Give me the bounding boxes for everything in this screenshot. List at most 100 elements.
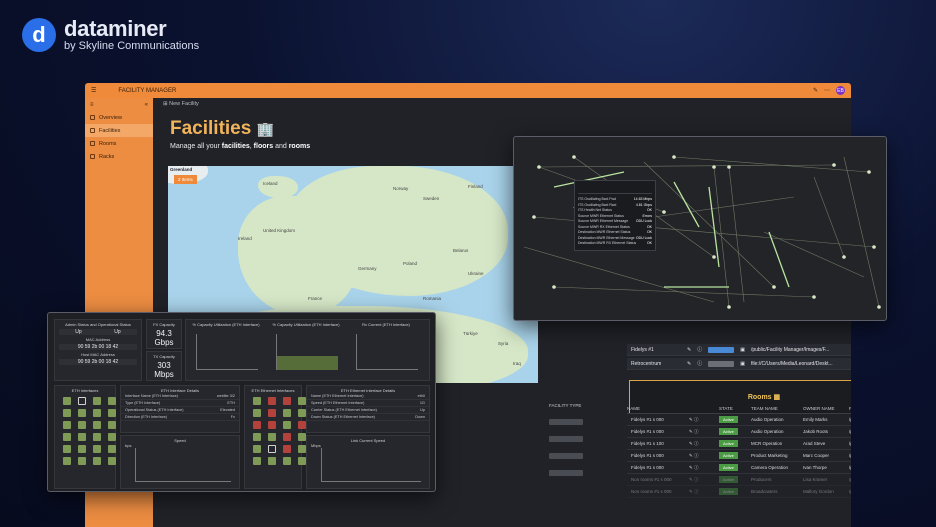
table-row[interactable]: Fidelys #1 s 000 ✎ ⓘ Active Product Marketi…	[627, 450, 851, 462]
edit-icon[interactable]: ✎	[687, 347, 691, 353]
interface-icon[interactable]	[93, 421, 101, 429]
table-header[interactable]: OWNER NAME	[803, 406, 849, 411]
interface-icon[interactable]	[63, 409, 71, 417]
table-row[interactable]: Fidelys #1 s 000 ✎ ⓘ Active Audio Operation…	[627, 426, 851, 438]
interface-icon[interactable]	[108, 409, 116, 417]
interface-icon[interactable]	[63, 433, 71, 441]
interface-icon[interactable]	[268, 421, 276, 429]
interface-icon[interactable]	[253, 421, 261, 429]
info-icon[interactable]: ⓘ	[694, 477, 699, 482]
edit-icon[interactable]: ✎	[689, 465, 693, 470]
interface-icon[interactable]	[298, 409, 306, 417]
menu-icon[interactable]: ☰	[91, 87, 96, 94]
table-row[interactable]: Non rooms #1 s 000 ✎ ⓘ Active Producers Lisa…	[627, 474, 851, 486]
map-items-button[interactable]: 2 Items	[174, 175, 197, 184]
info-icon[interactable]: ⓘ	[694, 489, 699, 494]
interface-icon[interactable]	[108, 457, 116, 465]
edit-icon[interactable]: ✎	[813, 87, 818, 94]
interface-icon[interactable]	[298, 457, 306, 465]
interface-icon[interactable]	[283, 457, 291, 465]
edit-icon[interactable]: ✎	[687, 361, 691, 367]
interface-icon[interactable]	[268, 445, 276, 453]
interface-icon[interactable]	[268, 397, 276, 405]
interface-icon[interactable]	[253, 409, 261, 417]
edit-icon[interactable]: ✎	[689, 453, 693, 458]
detail-row[interactable]: Operational Status (ETH Interface) Elevat…	[121, 407, 239, 414]
interface-icon[interactable]	[78, 445, 86, 453]
interface-icon[interactable]	[78, 409, 86, 417]
topology-graph[interactable]	[514, 137, 887, 321]
detail-row[interactable]: Down Status (ETH Ethernet Interface) Down	[307, 414, 429, 421]
interface-icon[interactable]	[268, 457, 276, 465]
edit-icon[interactable]: ✎	[689, 417, 693, 422]
breadcrumb[interactable]: ⊞ New Facility	[153, 98, 851, 110]
interface-icon[interactable]	[283, 409, 291, 417]
info-icon[interactable]: ⓘ	[694, 429, 699, 434]
interface-icon[interactable]	[268, 433, 276, 441]
info-icon[interactable]: ⓘ	[694, 417, 699, 422]
interface-icon[interactable]	[63, 397, 71, 405]
network-topology-window[interactable]: ITS Oscillating Bwd Fwd 14.63 Mbps ITS Osc…	[513, 136, 887, 321]
sidebar-item-rooms[interactable]: Rooms	[85, 137, 153, 150]
edit-icon[interactable]: ✎	[689, 477, 693, 482]
sidebar-item-racks[interactable]: Racks	[85, 150, 153, 163]
collapse-icon[interactable]: «	[145, 102, 148, 108]
interface-icon[interactable]	[93, 409, 101, 417]
table-header[interactable]: TEAM NAME	[751, 406, 803, 411]
interface-icon[interactable]	[78, 421, 86, 429]
interface-icon[interactable]	[298, 445, 306, 453]
interface-icon[interactable]	[93, 445, 101, 453]
interface-icon[interactable]	[283, 421, 291, 429]
interface-icon[interactable]	[108, 445, 116, 453]
interface-icon[interactable]	[108, 397, 116, 405]
table-row[interactable]: Fidelys #1 s 100 ✎ ⓘ Active MCR Operation Ar…	[627, 438, 851, 450]
table-header[interactable]: STATE	[719, 406, 751, 411]
interface-icon[interactable]	[298, 421, 306, 429]
interface-icon[interactable]	[63, 421, 71, 429]
interface-icon[interactable]	[63, 457, 71, 465]
interface-icon[interactable]	[78, 397, 86, 405]
edit-icon[interactable]: ✎	[689, 441, 693, 446]
detail-row[interactable]: Speed (ETH Ethernet Interface) 1G	[307, 400, 429, 407]
interface-icon[interactable]	[63, 445, 71, 453]
sidebar-item-overview[interactable]: Overview	[85, 111, 153, 124]
interface-icon[interactable]	[108, 433, 116, 441]
table-header[interactable]: NAME	[627, 406, 689, 411]
interface-icon[interactable]	[93, 433, 101, 441]
info-icon[interactable]: ⓘ	[694, 465, 699, 470]
sidebar-item-facilities[interactable]: Facilities	[85, 124, 153, 137]
info-icon[interactable]: ⓘ	[694, 441, 699, 446]
interface-icon[interactable]	[268, 409, 276, 417]
table-row[interactable]: Fidelys #1 s 000 ✎ ⓘ Active Audio Operation…	[627, 414, 851, 426]
interface-icon[interactable]	[253, 445, 261, 453]
detail-row[interactable]: Type (ETH Interface) ETH	[121, 400, 239, 407]
interface-icon[interactable]	[298, 397, 306, 405]
interface-icon[interactable]	[298, 433, 306, 441]
interface-icon[interactable]	[78, 457, 86, 465]
detail-row[interactable]: Direction (ETH Interface) Fx	[121, 414, 239, 421]
info-icon[interactable]: ⓘ	[697, 346, 702, 353]
interface-icon[interactable]	[283, 397, 291, 405]
avatar[interactable]: EB	[836, 86, 845, 95]
interface-icon[interactable]	[93, 457, 101, 465]
info-icon[interactable]: ⓘ	[697, 360, 702, 367]
more-icon[interactable]: ⋯	[824, 87, 830, 94]
interface-icon[interactable]	[78, 433, 86, 441]
interface-icon[interactable]	[283, 433, 291, 441]
interface-icon[interactable]	[93, 397, 101, 405]
table-row[interactable]: Fidelys #1 s 000 ✎ ⓘ Active Camera Operatio…	[627, 462, 851, 474]
hamburger-icon[interactable]: ≡	[90, 102, 94, 108]
interface-icon[interactable]	[283, 445, 291, 453]
tooltip-slider[interactable]	[578, 184, 652, 194]
detail-row[interactable]: Name (ETH Ethernet Interface) eth0	[307, 393, 429, 400]
table-header[interactable]: PLAN	[849, 406, 851, 411]
table-row[interactable]: Non rooms #1 s 000 ✎ ⓘ Active Broadcasters M…	[627, 486, 851, 498]
facility-row[interactable]: Fidelys #1 ✎ ⓘ ▣/public/Facility Manager/Im…	[627, 344, 851, 356]
facility-row[interactable]: Retrocentrum ✎ ⓘ ▣ file://C/Users/Media/Leon…	[627, 358, 851, 370]
detail-row[interactable]: Interface Name (ETH Interface) weblite 3/…	[121, 393, 239, 400]
detail-row[interactable]: Carrier Status (ETH Ethernet Interface) U…	[307, 407, 429, 414]
info-icon[interactable]: ⓘ	[694, 453, 699, 458]
edit-icon[interactable]: ✎	[689, 429, 693, 434]
interface-icon[interactable]	[253, 433, 261, 441]
interface-icon[interactable]	[253, 457, 261, 465]
